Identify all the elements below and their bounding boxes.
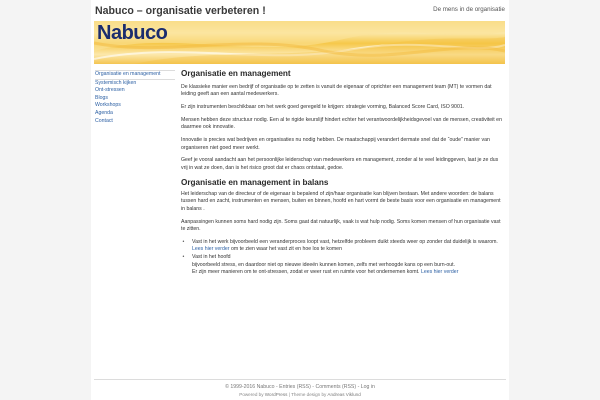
list-item-text: Er zijn meer manieren om te ont-stressen…: [192, 268, 421, 275]
bullet-list: • Vast in het werk bijvoorbeeld een vera…: [181, 239, 505, 276]
site-description: De mens in de organisatie: [433, 6, 505, 13]
nav-item-organisatie[interactable]: Organisatie en management: [95, 70, 175, 80]
read-more-link[interactable]: Lees hier verder: [192, 246, 230, 252]
list-item-title: Vast in het hoofd: [192, 254, 231, 261]
footer: © 1999-2016 Nabuco - Entries (RSS) - Com…: [91, 379, 509, 399]
nav-item-ont-stressen[interactable]: Ont-stressen: [95, 87, 175, 95]
header-banner: Nabuco: [94, 21, 505, 64]
nav-item-agenda[interactable]: Agenda: [95, 110, 175, 118]
sidebar-nav: Organisatie en management Systemisch kij…: [95, 70, 175, 125]
list-item-text: Vast in het werk bijvoorbeeld een verand…: [192, 238, 498, 245]
paragraph: Innovatie is precies wat bedrijven en or…: [181, 137, 490, 151]
wordpress-link[interactable]: WordPress: [265, 392, 288, 397]
list-item-text: om te zien waar het vast zit en hoe los …: [229, 246, 342, 253]
section-heading: Organisatie en management in balans: [181, 178, 329, 188]
nav-item-contact[interactable]: Contact: [95, 118, 175, 126]
list-item: • Vast in het werk bijvoorbeeld een vera…: [181, 239, 505, 254]
paragraph: Het leiderschap van de directeur of de e…: [181, 191, 501, 212]
credit-text: Powered by: [239, 392, 265, 397]
nabuco-logo: Nabuco: [97, 22, 168, 44]
paragraph: Mensen hebben deze structuur nodig. Een …: [181, 117, 502, 131]
paragraph: Aanpassingen kunnen soms hard nodig zijn…: [181, 218, 501, 232]
paragraph: Geef je vooral aandacht aan het persoonl…: [181, 157, 499, 171]
entries-rss-link[interactable]: Entries (RSS): [279, 384, 311, 390]
footer-links: © 1999-2016 Nabuco - Entries (RSS) - Com…: [91, 383, 509, 391]
copyright-text: © 1999-2016 Nabuco -: [225, 384, 280, 390]
nav-item-workshops[interactable]: Workshops: [95, 102, 175, 110]
credit-text: | Theme design by: [287, 392, 328, 397]
footer-credit: Powered by WordPress | Theme design by A…: [91, 391, 509, 399]
comments-rss-link[interactable]: Comments (RSS): [315, 384, 356, 390]
page-heading: Organisatie en management: [181, 69, 291, 78]
bullet-icon: •: [182, 254, 185, 261]
footer-divider: [94, 379, 506, 380]
theme-author-link[interactable]: Andreas Viklund: [327, 392, 360, 397]
main-content: Organisatie en management De klassieke m…: [181, 69, 505, 277]
paragraph: Er zijn instrumenten beschikbaar om het …: [181, 104, 465, 111]
page-container: Nabuco – organisatie verbeteren ! De men…: [91, 0, 509, 400]
login-link[interactable]: Log in: [361, 384, 375, 390]
site-title[interactable]: Nabuco – organisatie verbeteren !: [95, 5, 266, 17]
list-item-text: bijvoorbeeld stress, en daardoor niet op…: [192, 261, 456, 268]
paragraph: De klassieke manier een bedrijf of organ…: [181, 84, 492, 98]
nav-item-systemisch[interactable]: Systemisch kijken: [95, 80, 175, 88]
bullet-icon: •: [182, 238, 185, 245]
read-more-link[interactable]: Lees hier verder: [421, 269, 459, 275]
list-item: • Vast in het hoofd bijvoorbeeld stress,…: [181, 254, 505, 276]
nav-item-blogs[interactable]: Blogs: [95, 95, 175, 103]
